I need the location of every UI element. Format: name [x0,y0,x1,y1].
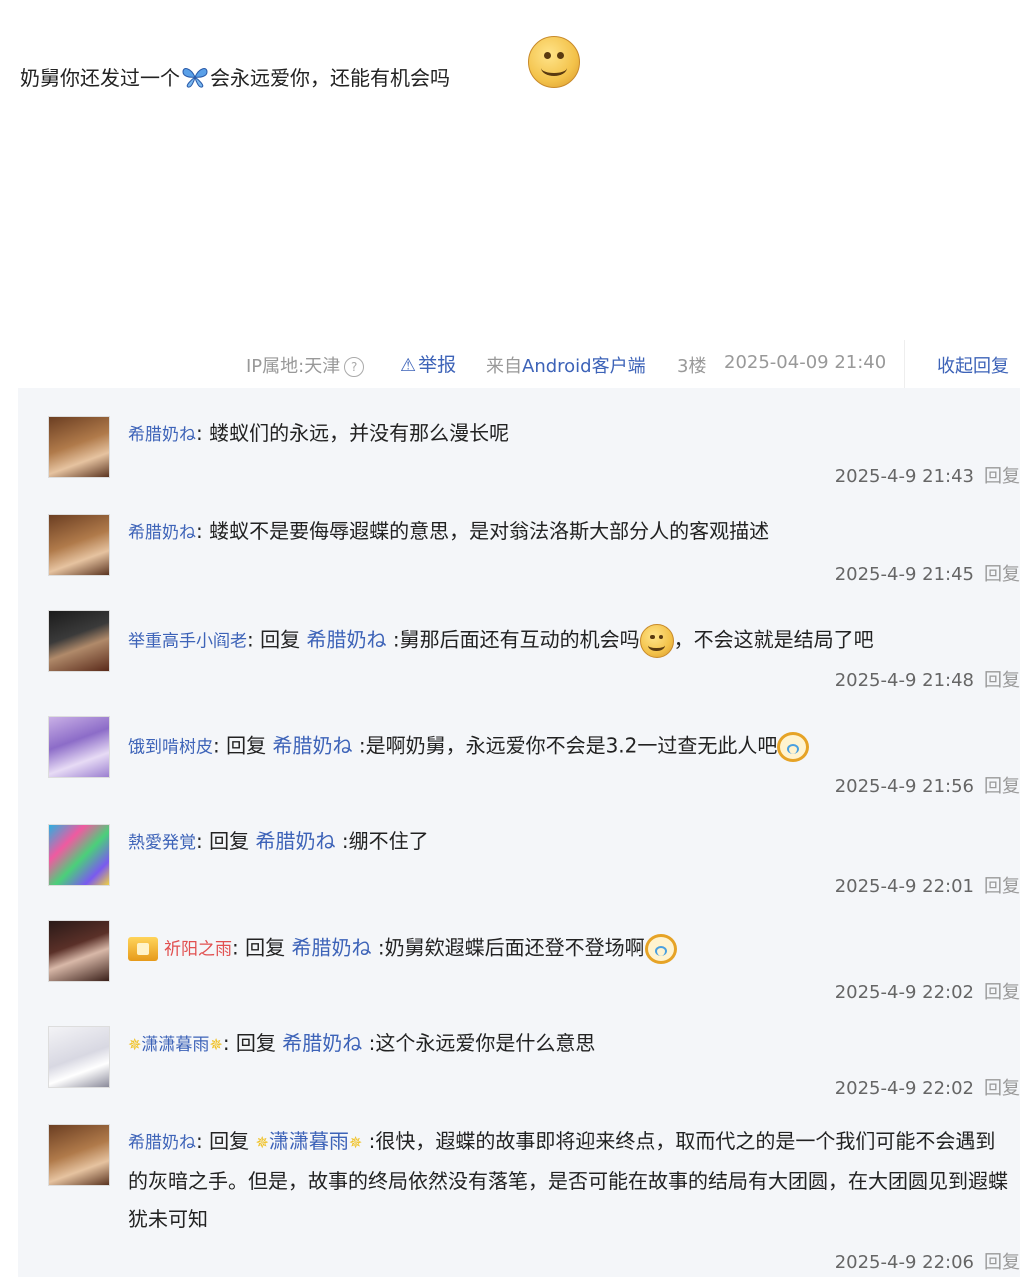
reply-button[interactable]: 回复 [984,982,1020,1003]
avatar[interactable] [48,1026,110,1088]
member-badge-icon [128,937,158,961]
reply-time: 2025-4-9 21:45 [834,564,974,585]
reply-button[interactable]: 回复 [984,670,1020,691]
username-link[interactable]: 希腊奶ね [128,425,196,445]
reply-button[interactable]: 回复 [984,1252,1020,1273]
username-link[interactable]: 举重高手小阎老 [128,632,247,652]
butterfly-icon [182,67,208,88]
reply-meta: 2025-4-9 22:01 回复 [835,872,1020,898]
post-text-before: 奶舅你还发过一个 [20,66,180,90]
reply-button[interactable]: 回复 [984,1078,1020,1099]
star-icon: ✵ [128,1035,142,1054]
reply-meta: 2025-4-9 22:02 回复 [835,1074,1020,1100]
reply-content: 举重高手小阎老: 回复 希腊奶ね :舅那后面还有互动的机会吗 ，不会这就是结局了吧 [128,624,874,658]
reply-target-link[interactable]: 希腊奶ね [291,936,371,960]
help-icon[interactable]: ? [344,357,365,377]
smile-emoji-icon [639,624,674,658]
username-link[interactable]: 熱愛発覚 [128,833,196,853]
avatar[interactable] [48,824,110,886]
reply-text: 蝼蚁不是要侮辱遐蝶的意思，是对翁法洛斯大部分人的客观描述 [202,519,770,543]
reply-text: :绷不住了 [335,829,429,853]
warning-icon: ⚠ [400,355,417,376]
username-link[interactable]: 希腊奶ね [128,523,196,543]
reply-meta: 2025-4-9 22:06 回复 [835,1248,1020,1274]
reply-content: 希腊奶ね: 回复 ✵潇潇暮雨✵ :很快，遐蝶的故事即将迎来终点，取而代之的是一个… [128,1129,1008,1231]
avatar[interactable] [48,1124,110,1186]
reply-meta: 2025-4-9 21:48 回复 [835,666,1020,692]
reply-content: 祈阳之雨: 回复 希腊奶ね :奶舅欸遐蝶后面还登不登场啊 [128,934,677,964]
reply-content: 饿到啃树皮: 回复 希腊奶ね :是啊奶舅，永远爱你不会是3.2一过查无此人吧 [128,732,810,762]
reply-button[interactable]: 回复 [984,466,1020,487]
reply-text: :舅那后面还有互动的机会吗 [386,627,640,652]
reply-content: 希腊奶ね: 蝼蚁不是要侮辱遐蝶的意思，是对翁法洛斯大部分人的客观描述 [128,519,770,543]
reply-content: 熱愛発覚: 回复 希腊奶ね :绷不住了 [128,829,429,853]
reply-text: :奶舅欸遐蝶后面还登不登场啊 [371,935,645,960]
avatar[interactable] [48,610,110,672]
username-link[interactable]: 祈阳之雨 [164,940,232,960]
avatar[interactable] [48,514,110,576]
username-link[interactable]: 潇潇暮雨 [141,1035,209,1055]
report-link[interactable]: ⚠ 举报 [400,350,456,377]
star-icon: ✵ [348,1133,363,1152]
reply-time: 2025-4-9 22:06 [834,1252,974,1273]
reply-meta: 2025-4-9 21:43 回复 [835,462,1020,488]
shocked-emoji-icon [777,732,810,762]
post-text-after: 会永远爱你，还能有机会吗 [210,66,450,90]
reply-meta: 2025-4-9 21:45 回复 [835,560,1020,586]
reply-meta: 2025-4-9 21:56 回复 [835,772,1020,798]
post-meta-bar: IP属地:天津? ⚠ 举报 来自Android客户端 3楼 2025-04-09 … [0,340,1020,388]
reply-content: ✵潇潇暮雨✵: 回复 希腊奶ね :这个永远爱你是什么意思 [128,1031,596,1055]
floor-number: 3楼 [677,356,707,377]
reply-content: 希腊奶ね: 蝼蚁们的永远，并没有那么漫长呢 [128,421,510,445]
post-time: 2025-04-09 21:40 [724,352,887,373]
reply-meta: 2025-4-9 22:02 回复 [835,978,1020,1004]
post-text: 奶舅你还发过一个 会永远爱你，还能有机会吗 [20,62,450,91]
reply-button[interactable]: 回复 [984,876,1020,897]
source-client-link[interactable]: Android客户端 [522,356,646,377]
reply-time: 2025-4-9 22:02 [834,1078,974,1099]
reply-button[interactable]: 回复 [984,776,1020,797]
post-source: 来自Android客户端 [486,356,646,377]
avatar[interactable] [48,920,110,982]
reply-text: 蝼蚁们的永远，并没有那么漫长呢 [202,421,510,445]
reply-time: 2025-4-9 21:43 [834,466,974,487]
reply-text: :是啊奶舅，永远爱你不会是3.2一过查无此人吧 [352,733,778,758]
reply-target-link[interactable]: 潇潇暮雨 [269,1129,349,1153]
collapse-replies-link[interactable]: 收起回复 [937,352,1009,378]
username-link[interactable]: 饿到啃树皮 [128,738,213,758]
avatar[interactable] [48,716,110,778]
reply-time: 2025-4-9 22:01 [834,876,974,897]
avatar[interactable] [48,416,110,478]
reply-time: 2025-4-9 21:48 [834,670,974,691]
smile-emoji-icon [528,36,580,88]
reply-text: :这个永远爱你是什么意思 [362,1031,596,1055]
reply-text-cont: ，不会这就是结局了吧 [673,627,874,652]
reply-target-link[interactable]: 希腊奶ね [272,734,352,758]
shocked-emoji-icon [644,934,677,964]
username-link[interactable]: 希腊奶ね [128,1133,196,1153]
reply-target-link[interactable]: 希腊奶ね [306,628,386,652]
reply-time: 2025-4-9 22:02 [834,982,974,1003]
star-icon: ✵ [255,1133,269,1152]
reply-time: 2025-4-9 21:56 [834,776,974,797]
reply-button[interactable]: 回复 [984,564,1020,585]
reply-target-link[interactable]: 希腊奶ね [282,1031,362,1055]
reply-target-link[interactable]: 希腊奶ね [255,829,335,853]
reply-list: 希腊奶ね: 蝼蚁们的永远，并没有那么漫长呢 2025-4-9 21:43 回复 希… [18,388,1020,1277]
ip-location: IP属地:天津? [246,352,365,378]
star-icon: ✵ [209,1035,223,1054]
